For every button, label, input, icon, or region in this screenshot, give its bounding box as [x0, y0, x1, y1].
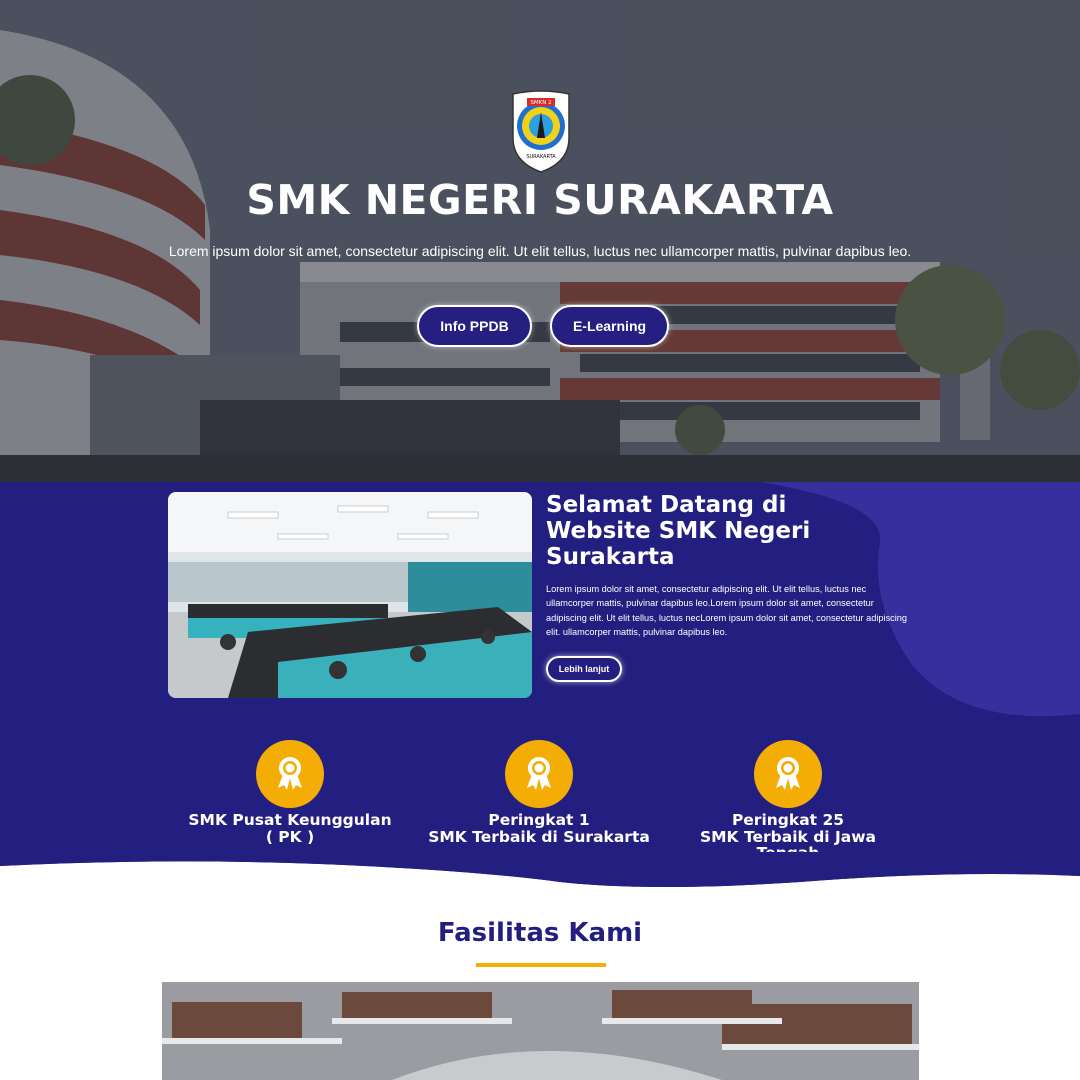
laboratory-photo — [168, 492, 532, 698]
facilities-title: Fasilitas Kami — [437, 918, 643, 948]
welcome-description: Lorem ipsum dolor sit amet, consectetur … — [546, 584, 908, 637]
welcome-section: Selamat Datang di Website SMK Negeri Sur… — [0, 482, 1080, 892]
award-label: SMK Pusat Keunggulan ( PK ) — [188, 811, 392, 846]
award-ribbon-icon — [505, 740, 573, 808]
section-wave-divider — [0, 852, 1080, 892]
svg-text:SURAKARTA: SURAKARTA — [526, 154, 556, 160]
award-label: Peringkat 1 SMK Terbaik di Surakarta — [428, 811, 650, 846]
info-ppdb-button[interactable]: Info PPDB — [417, 305, 532, 347]
hero-subtitle: Lorem ipsum dolor sit amet, consectetur … — [168, 243, 912, 259]
hero-section: SMKN 2 SURAKARTA SMK NEGERI SURAKARTA Lo… — [0, 0, 1080, 482]
award-pusat-keunggulan: SMK Pusat Keunggulan ( PK ) — [160, 740, 420, 845]
award-peringkat-1: Peringkat 1 SMK Terbaik di Surakarta — [409, 740, 669, 845]
library-photo — [162, 982, 919, 1080]
award-ribbon-icon — [754, 740, 822, 808]
read-more-button[interactable]: Lebih lanjut — [546, 656, 622, 682]
svg-text:SMKN 2: SMKN 2 — [530, 100, 551, 106]
hero-overlay — [0, 0, 1080, 482]
welcome-title: Selamat Datang di Website SMK Negeri Sur… — [546, 492, 811, 570]
e-learning-button[interactable]: E-Learning — [550, 305, 669, 347]
award-ribbon-icon — [256, 740, 324, 808]
award-peringkat-25: Peringkat 25 SMK Terbaik di Jawa Tengah — [658, 740, 918, 862]
title-underline — [476, 963, 606, 967]
school-title: SMK NEGERI SURAKARTA — [246, 176, 834, 224]
school-logo: SMKN 2 SURAKARTA — [512, 90, 570, 173]
